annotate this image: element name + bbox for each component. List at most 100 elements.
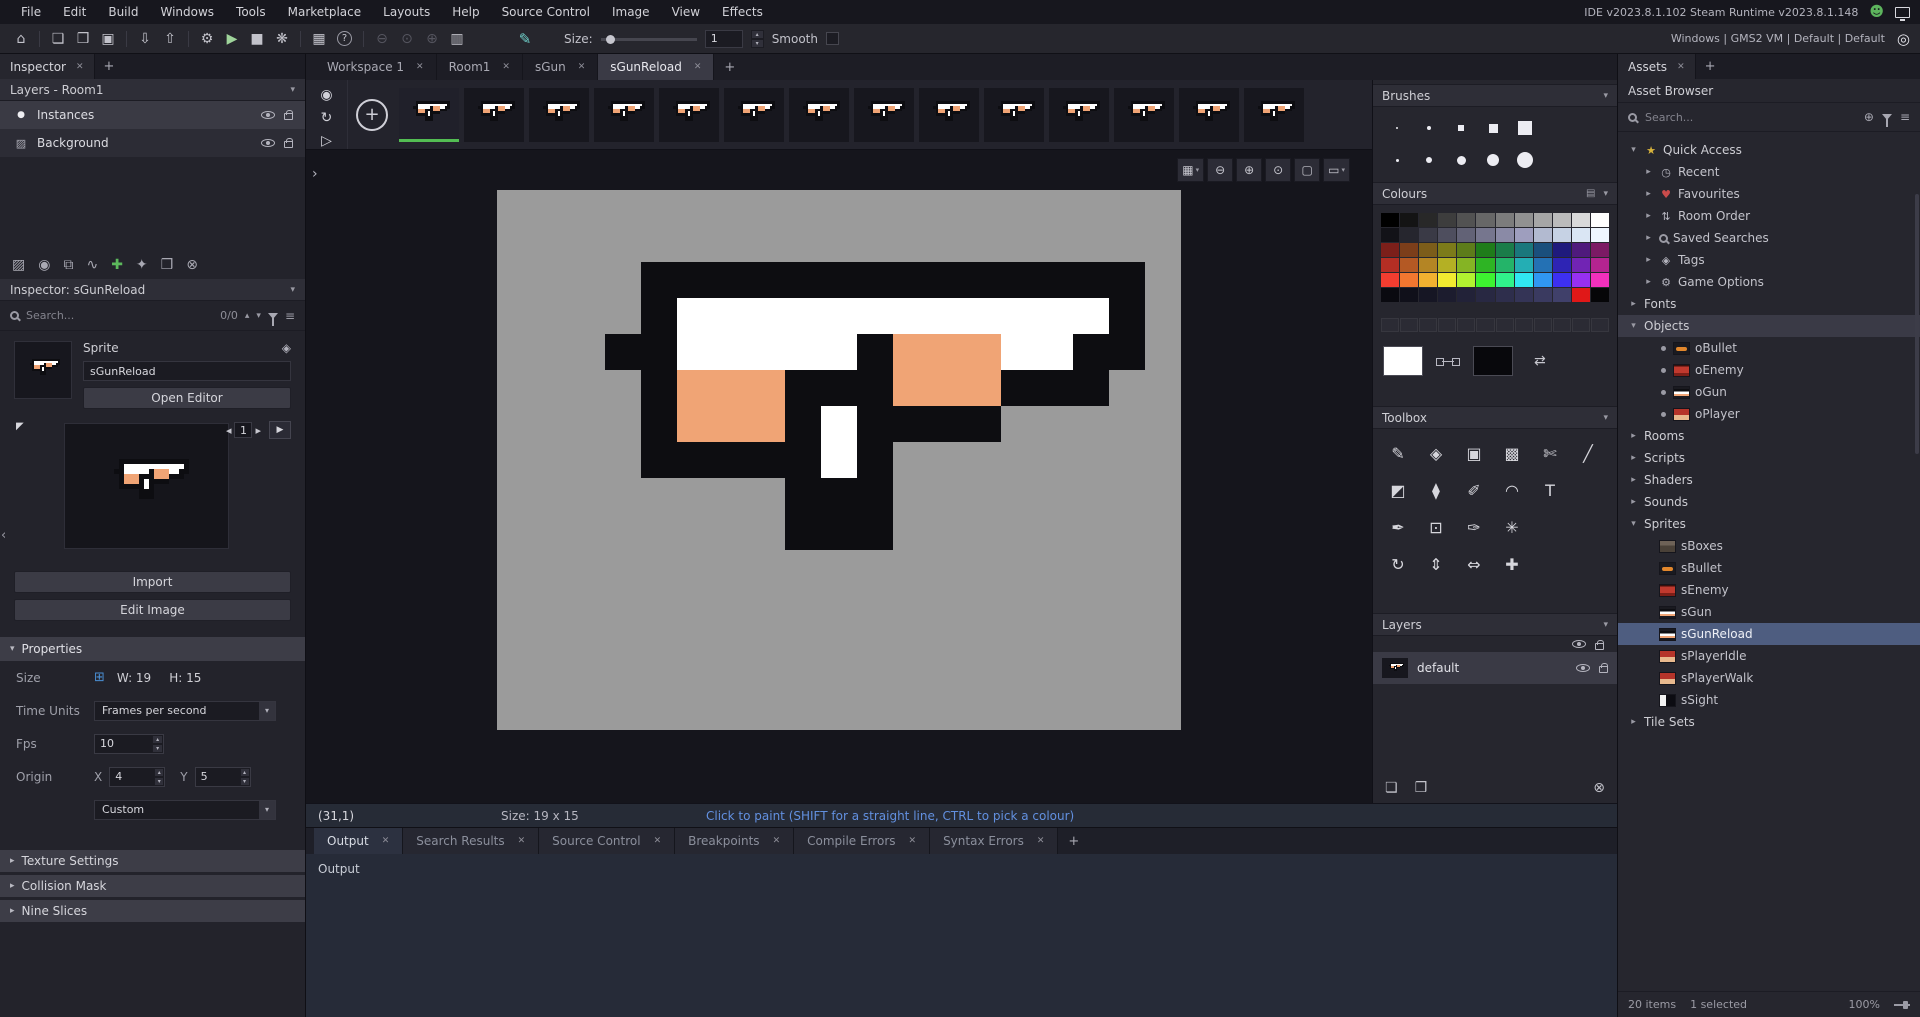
asset-item-shaders[interactable]: ▸ Shaders xyxy=(1618,469,1920,491)
asset-item-obullet[interactable]: oBullet xyxy=(1618,337,1920,359)
stepper-arrows[interactable]: ▴ ▾ xyxy=(154,767,165,786)
chevron-right-icon[interactable]: ▸ xyxy=(1643,233,1654,243)
colour-swatch[interactable] xyxy=(1571,273,1590,287)
asset-item-sboxes[interactable]: sBoxes xyxy=(1618,535,1920,557)
brush-size-input[interactable] xyxy=(705,32,742,45)
colour-swatch[interactable] xyxy=(1571,288,1590,302)
colour-swatch[interactable] xyxy=(1457,228,1476,242)
frame-thumbnail-10[interactable] xyxy=(984,87,1044,142)
colour-swatch[interactable] xyxy=(1400,243,1419,257)
colour-swatch[interactable] xyxy=(1514,273,1533,287)
zoom-reset-icon[interactable]: ⊙ xyxy=(396,28,418,50)
editor-layer-default[interactable]: default xyxy=(1373,652,1617,684)
asset-item-game-options[interactable]: ▸ ⚙ Game Options xyxy=(1618,271,1920,293)
tool-select-rect[interactable]: ⊡ xyxy=(1417,509,1455,546)
close-icon[interactable]: ✕ xyxy=(694,62,702,72)
chevron-right-icon[interactable]: ▸ xyxy=(1643,189,1654,199)
colour-swatch[interactable] xyxy=(1457,288,1476,302)
close-icon[interactable]: ✕ xyxy=(909,836,917,846)
colour-swatch[interactable] xyxy=(1419,213,1438,227)
open-project-icon[interactable]: ❒ xyxy=(72,28,94,50)
chevron-right-icon[interactable]: ▸ xyxy=(1643,211,1654,221)
tool-eyedropper[interactable]: ✒ xyxy=(1379,509,1417,546)
fit-view-button[interactable]: ▢ xyxy=(1294,158,1321,182)
export-package-icon[interactable]: ⇧ xyxy=(159,28,181,50)
target-icon[interactable]: ◎ xyxy=(1897,30,1910,48)
zoom-in-icon[interactable]: ⊕ xyxy=(421,28,443,50)
colour-swatch[interactable] xyxy=(1457,258,1476,272)
asset-item-objects[interactable]: ▾ Objects xyxy=(1618,315,1920,337)
tool-flip-vertical[interactable]: ⇕ xyxy=(1417,546,1455,583)
origin-y-input[interactable] xyxy=(195,770,240,783)
colour-swatch[interactable] xyxy=(1476,243,1495,257)
asset-item-ssight[interactable]: sSight xyxy=(1618,689,1920,711)
colour-swatch[interactable] xyxy=(1457,273,1476,287)
colour-swatch[interactable] xyxy=(1438,288,1457,302)
play-preview-button[interactable]: ▶ xyxy=(269,421,291,439)
menu-build[interactable]: Build xyxy=(97,5,149,19)
colour-swatch[interactable] xyxy=(1400,273,1419,287)
properties-header[interactable]: ▾ Properties xyxy=(0,637,305,661)
colour-swatch[interactable] xyxy=(1590,228,1609,242)
chevron-down-icon[interactable]: ▾ xyxy=(1628,321,1639,331)
remove-icon[interactable]: ⊗ xyxy=(186,257,198,273)
collapse-strip-chevron[interactable]: › xyxy=(312,166,318,182)
add-workspace-tab-button[interactable]: + xyxy=(714,54,745,80)
colour-link-icon[interactable] xyxy=(1436,356,1460,366)
colour-swatch[interactable] xyxy=(1514,228,1533,242)
sprite-thumbnail[interactable] xyxy=(14,341,72,399)
output-tab-compile-errors[interactable]: Compile Errors ✕ xyxy=(794,828,931,854)
chevron-right-icon[interactable]: ▸ xyxy=(1628,475,1639,485)
empty-colour-swatch[interactable] xyxy=(1552,318,1571,332)
lock-icon[interactable] xyxy=(284,138,293,148)
debug-icon[interactable]: ⚙ xyxy=(196,28,218,50)
chevron-down-icon[interactable]: ▾ xyxy=(1628,519,1639,529)
colour-swatch[interactable] xyxy=(1457,213,1476,227)
colour-swatch[interactable] xyxy=(1571,228,1590,242)
colour-swatch[interactable] xyxy=(1438,243,1457,257)
output-tab-syntax-errors[interactable]: Syntax Errors ✕ xyxy=(930,828,1059,854)
colour-swatch[interactable] xyxy=(1419,258,1438,272)
chevron-right-icon[interactable]: ▸ xyxy=(1628,717,1639,727)
asset-item-sounds[interactable]: ▸ Sounds xyxy=(1618,491,1920,513)
workspace-tab-room1[interactable]: Room1 ✕ xyxy=(437,54,523,80)
empty-colour-swatch[interactable] xyxy=(1590,318,1609,332)
asset-item-fonts[interactable]: ▸ Fonts xyxy=(1618,293,1920,315)
colour-swatch[interactable] xyxy=(1476,273,1495,287)
inspector-target-header[interactable]: Inspector: sGunReload ▾ xyxy=(0,279,305,301)
empty-colour-swatch[interactable] xyxy=(1571,318,1590,332)
asset-item-senemy[interactable]: sEnemy xyxy=(1618,579,1920,601)
grid-options-button[interactable]: ▦ ▾ xyxy=(1177,158,1205,182)
colour-swatch[interactable] xyxy=(1438,258,1457,272)
frame-thumbnail-11[interactable] xyxy=(1049,87,1109,142)
colour-swatch[interactable] xyxy=(1400,213,1419,227)
menu-icon[interactable]: ≡ xyxy=(1900,110,1910,124)
target-manager-icon[interactable]: ▦ xyxy=(308,28,330,50)
colour-swatch[interactable] xyxy=(1533,258,1552,272)
close-icon[interactable]: ✕ xyxy=(578,62,586,72)
colour-swatch[interactable] xyxy=(1438,213,1457,227)
tool-paint-brush[interactable]: ✐ xyxy=(1455,472,1493,509)
colour-swatch[interactable] xyxy=(1419,273,1438,287)
frame-thumbnail-4[interactable] xyxy=(594,87,654,142)
section-texture-settings[interactable]: ▸ Texture Settings xyxy=(0,850,305,872)
asset-item-quick-access[interactable]: ▾ ★ Quick Access xyxy=(1618,139,1920,161)
brush-square-6[interactable] xyxy=(1445,113,1477,143)
colour-swatch[interactable] xyxy=(1495,273,1514,287)
empty-colour-swatch[interactable] xyxy=(1400,318,1419,332)
colour-swatch[interactable] xyxy=(1590,213,1609,227)
toolbox-header[interactable]: Toolbox ▾ xyxy=(1373,406,1617,429)
chevron-right-icon[interactable]: ▸ xyxy=(1643,167,1654,177)
sprite-canvas[interactable] xyxy=(497,190,1181,730)
add-frame-button[interactable]: + xyxy=(356,98,388,131)
brush-dot-2[interactable] xyxy=(1381,113,1413,143)
empty-colour-swatch[interactable] xyxy=(1514,318,1533,332)
colour-swatch[interactable] xyxy=(1381,288,1400,302)
tool-brush-paste[interactable]: ▩ xyxy=(1493,435,1531,472)
chevron-right-icon[interactable]: ▸ xyxy=(1628,431,1639,441)
save-project-icon[interactable]: ▣ xyxy=(97,28,119,50)
stepper-arrows[interactable]: ▴ ▾ xyxy=(152,734,163,753)
stepper-arrows[interactable]: ▴ ▾ xyxy=(750,29,764,48)
brush-size-slider[interactable] xyxy=(600,32,697,46)
close-icon[interactable]: ✕ xyxy=(1677,62,1685,72)
